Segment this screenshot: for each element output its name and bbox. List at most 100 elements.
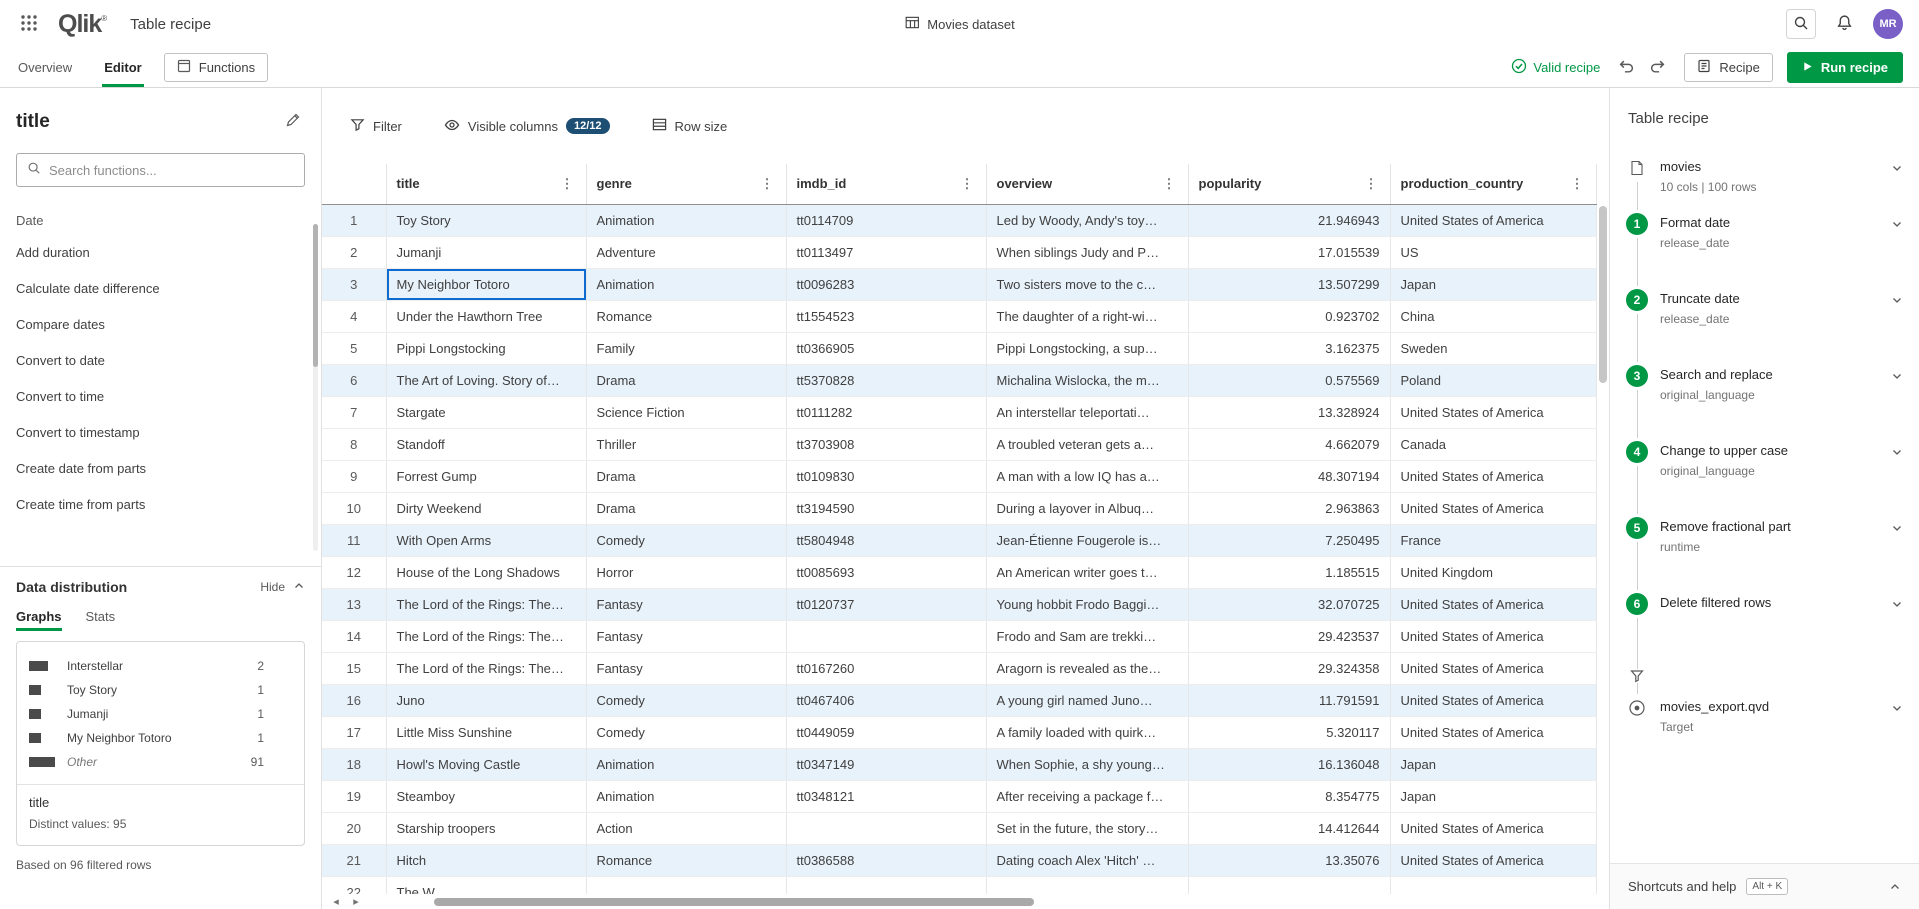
- cell-production-country[interactable]: US: [1390, 236, 1596, 268]
- cell-production-country[interactable]: Japan: [1390, 748, 1596, 780]
- column-header-title[interactable]: title⋮: [386, 164, 586, 204]
- cell-overview[interactable]: During a layover in Albuq…: [986, 492, 1188, 524]
- cell-overview[interactable]: Jean-Étienne Fougerole is…: [986, 524, 1188, 556]
- cell-overview[interactable]: Frodo and Sam are trekki…: [986, 620, 1188, 652]
- cell-genre[interactable]: Drama: [586, 460, 786, 492]
- cell-overview[interactable]: After receiving a package f…: [986, 780, 1188, 812]
- column-header-popularity[interactable]: popularity⋮: [1188, 164, 1390, 204]
- cell-popularity[interactable]: 32.070725: [1188, 588, 1390, 620]
- cell-genre[interactable]: Science Fiction: [586, 396, 786, 428]
- row-number[interactable]: 1: [322, 204, 386, 236]
- cell-production-country[interactable]: Poland: [1390, 364, 1596, 396]
- row-number[interactable]: 8: [322, 428, 386, 460]
- column-menu-icon[interactable]: ⋮: [959, 176, 976, 192]
- cell-title[interactable]: Steamboy: [386, 780, 586, 812]
- cell-genre[interactable]: Drama: [586, 364, 786, 396]
- cell-imdb-id[interactable]: tt0109830: [786, 460, 986, 492]
- cell-overview[interactable]: Dating coach Alex 'Hitch' …: [986, 844, 1188, 876]
- cell-imdb-id[interactable]: tt0111282: [786, 396, 986, 428]
- cell-overview[interactable]: Set in the future, the story…: [986, 812, 1188, 844]
- cell-overview[interactable]: Led by Woody, Andy's toy…: [986, 204, 1188, 236]
- cell-genre[interactable]: Comedy: [586, 684, 786, 716]
- recipe-target[interactable]: movies_export.qvd Target: [1626, 697, 1903, 753]
- recipe-step[interactable]: 3Search and replaceoriginal_language: [1626, 365, 1903, 441]
- row-number[interactable]: 10: [322, 492, 386, 524]
- row-number[interactable]: 13: [322, 588, 386, 620]
- recipe-step[interactable]: 4Change to upper caseoriginal_language: [1626, 441, 1903, 517]
- cell-imdb-id[interactable]: tt0113497: [786, 236, 986, 268]
- cell-production-country[interactable]: United States of America: [1390, 684, 1596, 716]
- cell-title[interactable]: The Lord of the Rings: The…: [386, 588, 586, 620]
- cell-popularity[interactable]: 13.507299: [1188, 268, 1390, 300]
- cell-imdb-id[interactable]: tt5370828: [786, 364, 986, 396]
- recipe-step[interactable]: 5Remove fractional partruntime: [1626, 517, 1903, 593]
- cell-imdb-id[interactable]: tt0120737: [786, 588, 986, 620]
- vertical-scrollbar[interactable]: [1599, 206, 1607, 893]
- cell-overview[interactable]: A young girl named Juno…: [986, 684, 1188, 716]
- cell-production-country[interactable]: United States of America: [1390, 492, 1596, 524]
- cell-overview[interactable]: When Sophie, a shy young…: [986, 748, 1188, 780]
- redo-button[interactable]: [1645, 54, 1670, 82]
- chevron-down-icon[interactable]: [1891, 702, 1903, 714]
- cell-production-country[interactable]: United States of America: [1390, 204, 1596, 236]
- vertical-scrollbar-thumb[interactable]: [1599, 206, 1607, 383]
- distribution-bar-row[interactable]: Toy Story1: [29, 678, 264, 702]
- avatar[interactable]: MR: [1873, 9, 1903, 39]
- table-row[interactable]: 12House of the Long ShadowsHorrortt00856…: [322, 556, 1596, 588]
- table-row[interactable]: 10Dirty WeekendDramatt3194590During a la…: [322, 492, 1596, 524]
- function-list-item[interactable]: Calculate date difference: [0, 270, 321, 306]
- cell-genre[interactable]: Animation: [586, 204, 786, 236]
- cell-genre[interactable]: Animation: [586, 748, 786, 780]
- distribution-bar-row[interactable]: Interstellar2: [29, 654, 264, 678]
- cell-popularity[interactable]: 3.162375: [1188, 332, 1390, 364]
- cell-imdb-id[interactable]: [786, 812, 986, 844]
- row-number[interactable]: 19: [322, 780, 386, 812]
- function-list-item[interactable]: Create date from parts: [0, 450, 321, 486]
- table-row[interactable]: 13The Lord of the Rings: The…Fantasytt01…: [322, 588, 1596, 620]
- tab-stats[interactable]: Stats: [86, 609, 116, 631]
- cell-genre[interactable]: Romance: [586, 300, 786, 332]
- visible-columns-button[interactable]: Visible columns 12/12: [444, 117, 610, 136]
- cell-genre[interactable]: Adventure: [586, 236, 786, 268]
- scroll-right-button[interactable]: ▸: [346, 895, 366, 908]
- cell-title[interactable]: Stargate: [386, 396, 586, 428]
- cell-genre[interactable]: Drama: [586, 492, 786, 524]
- dataset-breadcrumb[interactable]: Movies dataset: [904, 15, 1014, 33]
- table-row[interactable]: 3My Neighbor TotoroAnimationtt0096283Two…: [322, 268, 1596, 300]
- cell-imdb-id[interactable]: tt0449059: [786, 716, 986, 748]
- cell-genre[interactable]: Action: [586, 812, 786, 844]
- cell-popularity[interactable]: 14.412644: [1188, 812, 1390, 844]
- cell-title[interactable]: Howl's Moving Castle: [386, 748, 586, 780]
- cell-popularity[interactable]: 21.946943: [1188, 204, 1390, 236]
- row-number[interactable]: 3: [322, 268, 386, 300]
- cell-imdb-id[interactable]: tt0347149: [786, 748, 986, 780]
- table-row[interactable]: 7StargateScience Fictiontt0111282An inte…: [322, 396, 1596, 428]
- cell-genre[interactable]: Animation: [586, 780, 786, 812]
- cell-overview[interactable]: A troubled veteran gets a…: [986, 428, 1188, 460]
- search-button[interactable]: [1786, 9, 1816, 39]
- column-menu-icon[interactable]: ⋮: [1569, 176, 1586, 192]
- row-number[interactable]: 12: [322, 556, 386, 588]
- distribution-bar-row[interactable]: My Neighbor Totoro1: [29, 726, 264, 750]
- cell-imdb-id[interactable]: tt1554523: [786, 300, 986, 332]
- cell-title[interactable]: The Art of Loving. Story of…: [386, 364, 586, 396]
- cell-overview[interactable]: A family loaded with quirk…: [986, 716, 1188, 748]
- function-list-item[interactable]: Compare dates: [0, 306, 321, 342]
- table-row[interactable]: 5Pippi LongstockingFamilytt0366905Pippi …: [322, 332, 1596, 364]
- cell-popularity[interactable]: 1.185515: [1188, 556, 1390, 588]
- row-number[interactable]: 20: [322, 812, 386, 844]
- cell-production-country[interactable]: United States of America: [1390, 460, 1596, 492]
- table-row[interactable]: 19SteamboyAnimationtt0348121After receiv…: [322, 780, 1596, 812]
- cell-production-country[interactable]: United States of America: [1390, 844, 1596, 876]
- cell-imdb-id[interactable]: [786, 620, 986, 652]
- row-number[interactable]: 17: [322, 716, 386, 748]
- cell-genre[interactable]: Comedy: [586, 524, 786, 556]
- tab-overview[interactable]: Overview: [16, 48, 74, 87]
- cell-overview[interactable]: Pippi Longstocking, a sup…: [986, 332, 1188, 364]
- chevron-down-icon[interactable]: [1891, 446, 1903, 458]
- cell-production-country[interactable]: United States of America: [1390, 812, 1596, 844]
- table-row[interactable]: 21HitchRomancett0386588Dating coach Alex…: [322, 844, 1596, 876]
- cell-production-country[interactable]: United States of America: [1390, 652, 1596, 684]
- cell-overview[interactable]: An interstellar teleportati…: [986, 396, 1188, 428]
- cell-popularity[interactable]: 29.423537: [1188, 620, 1390, 652]
